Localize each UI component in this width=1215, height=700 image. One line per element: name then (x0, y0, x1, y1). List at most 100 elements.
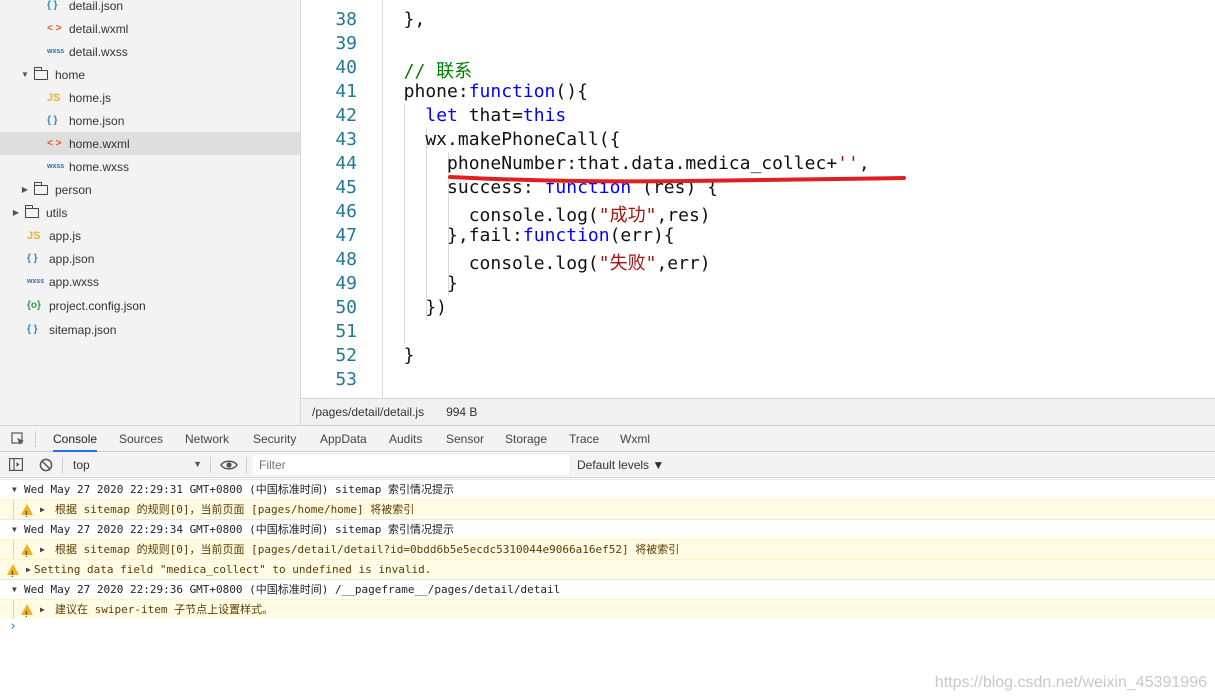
tab-console[interactable]: Console (53, 426, 98, 452)
code-token: ,res) (656, 205, 711, 226)
tab-sources[interactable]: Sources (119, 426, 163, 452)
line-number: 42 (335, 105, 357, 126)
code-line[interactable]: }) (382, 297, 447, 318)
console-output: ▼ Wed May 27 2020 22:29:31 GMT+0800 (中国标准… (0, 478, 1215, 700)
tree-item-label: home.js (69, 90, 112, 105)
sidebar-toggle-icon[interactable] (9, 458, 23, 471)
console-prompt[interactable]: › (9, 619, 17, 634)
tree-item-app-wxss[interactable]: wxss app.wxss (0, 270, 300, 293)
console-group-header[interactable]: ▼ Wed May 27 2020 22:29:34 GMT+0800 (中国标准… (0, 519, 1215, 539)
code-token: , (858, 153, 870, 174)
warning-icon (7, 564, 19, 585)
tree-item-label: app.js (49, 228, 82, 243)
chevron-down-icon: ▼ (193, 459, 202, 469)
tree-item-detail-wxss[interactable]: wxss detail.wxss (0, 40, 300, 63)
folder-icon (34, 181, 48, 195)
line-number: 43 (335, 129, 357, 150)
tree-item-detail-json[interactable]: { } detail.json (0, 0, 300, 17)
tree-item-home-wxss[interactable]: wxss home.wxss (0, 155, 300, 178)
console-warning[interactable]: ▶ 根据 sitemap 的规则[0]，当前页面 [pages/detail/de… (0, 539, 1215, 565)
line-number: 39 (335, 33, 357, 54)
code-keyword: function (522, 225, 610, 246)
caret-down-icon[interactable]: ▼ (20, 70, 30, 79)
log-levels-dropdown[interactable]: Default levels ▼ (577, 458, 664, 472)
line-number: 46 (335, 201, 357, 222)
console-message-text: Wed May 27 2020 22:29:36 GMT+0800 (中国标准时… (24, 583, 561, 596)
tab-appdata[interactable]: AppData (320, 426, 367, 452)
context-selector[interactable]: top ▼ (68, 455, 204, 475)
console-filter-input[interactable] (253, 455, 569, 475)
wxss-file-icon: wxss (47, 48, 65, 55)
code-line[interactable]: }, (382, 9, 426, 30)
code-token: that= (457, 105, 523, 126)
code-line[interactable]: phone:function(){ (382, 81, 588, 102)
expand-triangle-icon[interactable]: ▶ (40, 540, 45, 560)
tree-item-project-config-json[interactable]: {o} project.config.json (0, 294, 300, 317)
expand-triangle-icon[interactable]: ▶ (26, 560, 31, 580)
tree-item-home-json[interactable]: { } home.json (0, 109, 300, 132)
console-group-header[interactable]: ▼ Wed May 27 2020 22:29:36 GMT+0800 (中国标准… (0, 579, 1215, 599)
code-line[interactable]: console.log("失败",err) (382, 249, 711, 275)
inspect-element-icon[interactable] (11, 432, 25, 446)
code-comment: // 联系 (382, 61, 473, 82)
console-warning[interactable]: ▶Setting data field "medica_collect" to … (0, 559, 1215, 585)
tree-item-home-js[interactable]: JS home.js (0, 86, 300, 109)
code-line[interactable]: // 联系 (382, 57, 473, 83)
tab-audits[interactable]: Audits (389, 426, 422, 452)
tree-item-detail-wxml[interactable]: < > detail.wxml (0, 17, 300, 40)
expand-triangle-icon[interactable]: ▼ (12, 520, 17, 540)
code-line[interactable]: let that=this (382, 105, 566, 126)
console-message-text: 根据 sitemap 的规则[0]，当前页面 [pages/home/home]… (55, 503, 415, 516)
js-file-icon: JS (47, 91, 61, 104)
tab-storage[interactable]: Storage (505, 426, 547, 452)
console-message-text: 根据 sitemap 的规则[0]，当前页面 [pages/detail/det… (55, 543, 680, 556)
file-explorer: { } detail.json < > detail.wxml wxss detail.w… (0, 0, 301, 425)
line-number: 48 (335, 249, 357, 270)
code-keyword: let (425, 105, 458, 126)
tree-item-app-js[interactable]: JS app.js (0, 224, 300, 247)
warning-icon (21, 544, 33, 565)
code-line[interactable]: wx.makePhoneCall({ (382, 129, 620, 150)
tree-item-label: app.json (49, 251, 95, 266)
tree-item-label: home (55, 67, 86, 82)
expand-triangle-icon[interactable]: ▶ (40, 600, 45, 620)
caret-right-icon[interactable]: ▶ (20, 185, 30, 194)
js-file-icon: JS (27, 229, 41, 242)
code-string: '' (837, 153, 859, 174)
devtools-tab-bar: Console Sources Network Security AppData Audi… (0, 425, 1215, 452)
caret-right-icon[interactable]: ▶ (11, 208, 21, 217)
code-line[interactable]: },fail:function(err){ (382, 225, 675, 246)
tree-item-home[interactable]: ▼ home (0, 63, 300, 86)
code-line[interactable]: } (382, 345, 415, 366)
eye-icon[interactable] (220, 459, 238, 471)
code-line[interactable]: phoneNumber:that.data.medica_collec+'', (382, 153, 870, 174)
code-editor[interactable]: 38 }, 39 40 // 联系 41 phone:function(){42 le… (301, 0, 1215, 398)
tree-item-sitemap-json[interactable]: { } sitemap.json (0, 318, 300, 341)
tab-trace[interactable]: Trace (569, 426, 599, 452)
tree-item-app-json[interactable]: { } app.json (0, 247, 300, 270)
tab-wxml[interactable]: Wxml (620, 426, 650, 452)
code-line[interactable]: console.log("成功",res) (382, 201, 711, 227)
clear-console-icon[interactable] (39, 458, 53, 472)
xml-file-icon: < > (47, 138, 62, 149)
expand-triangle-icon[interactable]: ▼ (12, 480, 17, 500)
tree-item-label: home.wxss (69, 159, 130, 174)
tree-item-home-wxml[interactable]: < > home.wxml (0, 132, 300, 155)
code-line[interactable]: } (382, 273, 458, 294)
tab-network[interactable]: Network (185, 426, 229, 452)
tree-item-label: detail.wxml (69, 21, 129, 36)
tree-item-utils[interactable]: ▶ utils (0, 201, 300, 224)
tab-security[interactable]: Security (253, 426, 296, 452)
console-warning[interactable]: ▶ 根据 sitemap 的规则[0]，当前页面 [pages/home/home… (0, 499, 1215, 525)
tree-item-person[interactable]: ▶ person (0, 178, 300, 201)
tree-item-label: utils (46, 205, 68, 220)
expand-triangle-icon[interactable]: ▶ (40, 500, 45, 520)
code-token: (err){ (609, 225, 675, 246)
console-warning[interactable]: ▶ 建议在 swiper-item 子节点上设置样式。 (0, 599, 1215, 625)
tree-item-label: person (55, 182, 92, 197)
console-group-header[interactable]: ▼ Wed May 27 2020 22:29:31 GMT+0800 (中国标准… (0, 479, 1215, 499)
tab-sensor[interactable]: Sensor (446, 426, 484, 452)
line-number: 40 (335, 57, 357, 78)
expand-triangle-icon[interactable]: ▼ (12, 580, 17, 600)
folder-icon (25, 204, 39, 218)
